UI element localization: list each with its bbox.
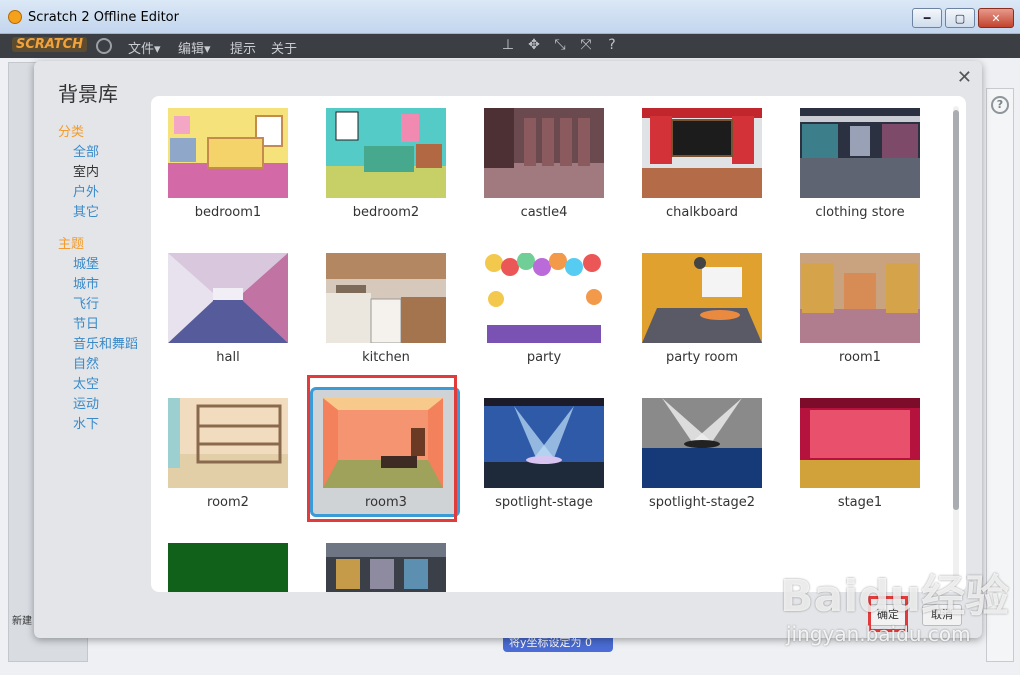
category-other[interactable]: 其它 [58,201,158,221]
castle4-thumbnail [484,108,604,198]
menu-edit[interactable]: 编辑▾ [178,38,211,57]
spotlight-stage2-thumbnail [642,398,762,488]
stage1-thumbnail [800,398,920,488]
backdrop-tile-chalkboard[interactable]: chalkboard [626,97,776,227]
category-all[interactable]: 全部 [58,141,158,161]
window-title: Scratch 2 Offline Editor [28,10,179,25]
backdrop-library-dialog: 背景库 ✕ 分类 全部 室内 户外 其它 主题 城堡 城市 飞行 节日 音乐和舞… [34,61,982,638]
room3-highlight-box [307,375,457,522]
help-icon[interactable]: ? [991,96,1009,114]
backdrop-label: spotlight-stage [495,495,593,510]
backdrop-label: bedroom1 [194,205,262,220]
theme-nature[interactable]: 自然 [58,353,158,373]
backdrop-label: clothing store [815,205,905,220]
backdrop-label: room1 [839,350,881,365]
backdrop-tile-room2[interactable]: room2 [152,387,302,517]
close-icon[interactable]: ✕ [957,67,972,88]
backdrop-tile-party-room[interactable]: party room [626,242,776,372]
room1-thumbnail [800,253,920,343]
menu-about[interactable]: 关于 [271,38,297,57]
theme-sports[interactable]: 运动 [58,393,158,413]
party-thumbnail [484,253,604,343]
theme-heading: 主题 [58,237,85,252]
app-menubar: SCRATCH 文件▾ 编辑▾ 提示 关于 ⊥ ✥ ⤡ ⤧ ? [0,34,1020,58]
backdrop-tile-hall[interactable]: hall [152,242,302,372]
shrink-icon[interactable]: ⤧ [578,37,594,53]
party-room-thumbnail [642,253,762,343]
bedroom2-thumbnail [326,108,446,198]
backdrop-label: spotlight-stage2 [649,495,755,510]
new-sprite-label: 新建 [12,616,32,627]
backdrop-tile-green[interactable] [152,532,302,592]
backdrop-grid-panel: bedroom1 bedroom2 castle4 chalkboard clo… [151,96,966,592]
category-heading: 分类 [58,125,85,140]
backdrop-label: chalkboard [665,205,739,220]
theme-holiday[interactable]: 节日 [58,313,158,333]
category-indoors[interactable]: 室内 [58,161,158,181]
theme-underwater[interactable]: 水下 [58,413,158,433]
theme-castle[interactable]: 城堡 [58,253,158,273]
grow-icon[interactable]: ⤡ [552,37,568,53]
cut-icon[interactable]: ✥ [526,37,542,53]
backdrop-label: room2 [207,495,249,510]
backdrop-tile-theater[interactable] [310,532,460,592]
backdrop-tile-bedroom2[interactable]: bedroom2 [310,97,460,227]
category-outdoors[interactable]: 户外 [58,181,158,201]
spotlight-stage-thumbnail [484,398,604,488]
scrollbar-thumb[interactable] [953,110,959,510]
backdrop-label: hall [216,350,240,365]
theater-thumbnail [326,543,446,592]
scratch-cat-icon [8,10,22,24]
theme-music-dance[interactable]: 音乐和舞蹈 [58,333,158,353]
room2-thumbnail [168,398,288,488]
backdrop-label: party room [665,350,739,365]
clothing-store-thumbnail [800,108,920,198]
backdrop-label: stage1 [837,495,883,510]
watermark-brand: Baidu经验 [780,571,1010,622]
maximize-button[interactable]: ▢ [945,8,975,28]
close-window-button[interactable]: ✕ [978,8,1014,28]
language-globe-icon[interactable] [96,38,112,54]
window-titlebar: Scratch 2 Offline Editor ━ ▢ ✕ [0,0,1020,34]
hall-thumbnail [168,253,288,343]
backdrop-tile-bedroom1[interactable]: bedroom1 [152,97,302,227]
backdrop-tile-castle4[interactable]: castle4 [468,97,618,227]
kitchen-thumbnail [326,253,446,343]
theme-city[interactable]: 城市 [58,273,158,293]
theme-flying[interactable]: 飞行 [58,293,158,313]
backdrop-label: kitchen [362,350,410,365]
scratch-logo[interactable]: SCRATCH [12,37,88,52]
bedroom1-thumbnail [168,108,288,198]
stamp-icon[interactable]: ⊥ [500,37,516,53]
help-tool-icon[interactable]: ? [604,37,620,53]
backdrop-tile-spotlight-stage[interactable]: spotlight-stage [468,387,618,517]
backdrop-label: bedroom2 [352,205,420,220]
menu-file[interactable]: 文件▾ [128,38,161,57]
category-sidebar: 分类 全部 室内 户外 其它 主题 城堡 城市 飞行 节日 音乐和舞蹈 自然 太… [58,121,158,433]
backdrop-grid: bedroom1 bedroom2 castle4 chalkboard clo… [151,96,951,592]
chalkboard-thumbnail [642,108,762,198]
theme-space[interactable]: 太空 [58,373,158,393]
minimize-button[interactable]: ━ [912,8,942,28]
grid-scrollbar[interactable] [951,106,961,582]
menu-tips[interactable]: 提示 [230,38,256,57]
backdrop-tile-kitchen[interactable]: kitchen [310,242,460,372]
backdrop-tile-room1[interactable]: room1 [784,242,934,372]
dialog-title: 背景库 [58,82,118,106]
backdrop-tile-clothing-store[interactable]: clothing store [784,97,934,227]
backdrop-tile-party[interactable]: party [468,242,618,372]
backdrop-tile-spotlight-stage2[interactable]: spotlight-stage2 [626,387,776,517]
backdrop-label: castle4 [520,205,568,220]
watermark-url: jingyan.baidu.com [786,622,971,646]
backdrop-label: party [526,350,562,365]
backdrop-tile-stage1[interactable]: stage1 [784,387,934,517]
green-curtain-thumbnail [168,543,288,592]
